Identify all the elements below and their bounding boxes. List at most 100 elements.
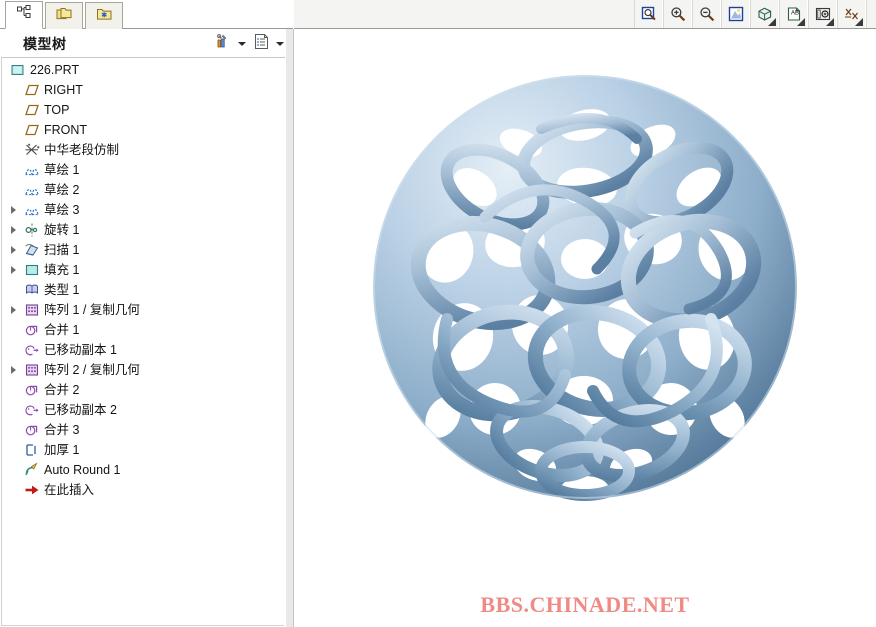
- refit-icon: [728, 6, 744, 22]
- model-render: [373, 75, 797, 501]
- panel-title: 模型树: [23, 35, 67, 52]
- tree-row[interactable]: FRONT: [2, 120, 284, 140]
- sketch-icon: [24, 182, 40, 198]
- zoom-area-button[interactable]: [634, 0, 663, 28]
- datum-plane-icon: [24, 122, 40, 138]
- fill-icon: [24, 262, 40, 278]
- thicken-icon: [24, 442, 40, 458]
- revolve-icon: [24, 222, 40, 238]
- expand-arrow-icon[interactable]: [6, 360, 20, 380]
- zoom-in-icon: [670, 6, 686, 22]
- tree-row[interactable]: 扫描 1: [2, 240, 284, 260]
- sketch-icon: [24, 202, 40, 218]
- dropdown-arrow-icon[interactable]: [826, 18, 834, 26]
- tree-row[interactable]: 合并 2: [2, 380, 284, 400]
- annotation-display-button[interactable]: AB: [779, 0, 808, 28]
- expand-arrow-icon[interactable]: [6, 200, 20, 220]
- saved-view-button[interactable]: [808, 0, 837, 28]
- tree-row-label: RIGHT: [44, 83, 83, 97]
- folder-browser-icon: [56, 6, 73, 27]
- dropdown-arrow-icon[interactable]: [768, 18, 776, 26]
- tree-row[interactable]: TOP: [2, 100, 284, 120]
- expand-arrow-icon[interactable]: [6, 300, 20, 320]
- settings-tools-icon: [214, 33, 232, 56]
- datum-display-button[interactable]: [837, 0, 866, 28]
- tree-row-label: 阵列 2 / 复制几何: [44, 363, 140, 377]
- tree-row[interactable]: 加厚 1: [2, 440, 284, 460]
- tree-row[interactable]: 中华老段仿制: [2, 140, 284, 160]
- svg-text:AB: AB: [791, 11, 799, 17]
- tree-row[interactable]: 已移动副本 2: [2, 400, 284, 420]
- expand-arrow-icon[interactable]: [6, 240, 20, 260]
- tree-row[interactable]: 226.PRT: [2, 60, 284, 80]
- model-tree-panel: 模型树 226.PRT RIGHT TOP FRONT 中华老段仿制 草绘 1 …: [0, 0, 293, 627]
- tree-row[interactable]: 草绘 3: [2, 200, 284, 220]
- tree-row-label: FRONT: [44, 123, 88, 137]
- tree-row-label: 草绘 1: [44, 163, 80, 177]
- model-tree-scroll-area[interactable]: 226.PRT RIGHT TOP FRONT 中华老段仿制草绘 1 草绘 2 草绘 3 旋转…: [1, 58, 284, 626]
- woven-ring-sphere-model[interactable]: [335, 37, 835, 537]
- zoom-out-button[interactable]: [692, 0, 721, 28]
- graphics-viewport[interactable]: BBS.CHINADE.NET: [294, 29, 876, 627]
- tree-row-label: 草绘 2: [44, 183, 80, 197]
- tree-row[interactable]: 阵列 2 / 复制几何: [2, 360, 284, 380]
- tree-row-label: Auto Round 1: [44, 463, 121, 477]
- sweep-icon: [24, 242, 40, 258]
- merge-icon: [24, 322, 40, 338]
- tree-row[interactable]: 合并 1: [2, 320, 284, 340]
- zoom-in-button[interactable]: [663, 0, 692, 28]
- dropdown-arrow-icon[interactable]: [797, 18, 805, 26]
- display-list-button[interactable]: [250, 33, 272, 55]
- tree-row[interactable]: 草绘 1: [2, 160, 284, 180]
- tree-row[interactable]: Auto Round 1: [2, 460, 284, 480]
- datum-plane-icon: [24, 102, 40, 118]
- settings-tools-caret[interactable]: [236, 33, 248, 55]
- tree-row[interactable]: RIGHT: [2, 80, 284, 100]
- pattern-icon: [24, 362, 40, 378]
- tree-row-label: 旋转 1: [44, 223, 80, 237]
- moved-copy-icon: [24, 342, 40, 358]
- zoom-out-icon: [699, 6, 715, 22]
- display-list-icon: [253, 33, 270, 55]
- model-tree-list: 226.PRT RIGHT TOP FRONT 中华老段仿制草绘 1 草绘 2 草绘 3 旋转…: [2, 58, 284, 500]
- zoom-area-icon: [641, 6, 657, 22]
- tab-model-tree[interactable]: [5, 1, 43, 29]
- expand-arrow-icon[interactable]: [6, 220, 20, 240]
- merge-icon: [24, 422, 40, 438]
- tree-row[interactable]: 旋转 1: [2, 220, 284, 240]
- panel-header-tools: [212, 33, 286, 55]
- tree-row-label: 填充 1: [44, 263, 80, 277]
- tree-row-label: 合并 3: [44, 423, 80, 437]
- toolbar-overflow-edge[interactable]: [866, 0, 876, 28]
- tree-row[interactable]: 填充 1: [2, 260, 284, 280]
- tree-row[interactable]: 在此插入: [2, 480, 284, 500]
- display-style-button[interactable]: [750, 0, 779, 28]
- dropdown-arrow-icon[interactable]: [855, 18, 863, 26]
- tree-row[interactable]: 合并 3: [2, 420, 284, 440]
- tree-row-label: 已移动副本 1: [44, 343, 117, 357]
- tree-row[interactable]: 类型 1: [2, 280, 284, 300]
- tree-row-label: TOP: [44, 103, 70, 117]
- panel-header: 模型树: [1, 30, 292, 58]
- tree-row[interactable]: 草绘 2: [2, 180, 284, 200]
- tab-folder-browser[interactable]: [45, 2, 83, 29]
- tree-row-label: 加厚 1: [44, 443, 80, 457]
- tree-row[interactable]: 已移动副本 1: [2, 340, 284, 360]
- tree-row[interactable]: 阵列 1 / 复制几何: [2, 300, 284, 320]
- tree-row-label: 阵列 1 / 复制几何: [44, 303, 140, 317]
- moved-copy-icon: [24, 402, 40, 418]
- settings-tools-button[interactable]: [212, 33, 234, 55]
- expand-arrow-icon[interactable]: [6, 260, 20, 280]
- refit-button[interactable]: [721, 0, 750, 28]
- panel-splitter[interactable]: [285, 29, 294, 627]
- tab-favorites-folder[interactable]: [85, 2, 123, 29]
